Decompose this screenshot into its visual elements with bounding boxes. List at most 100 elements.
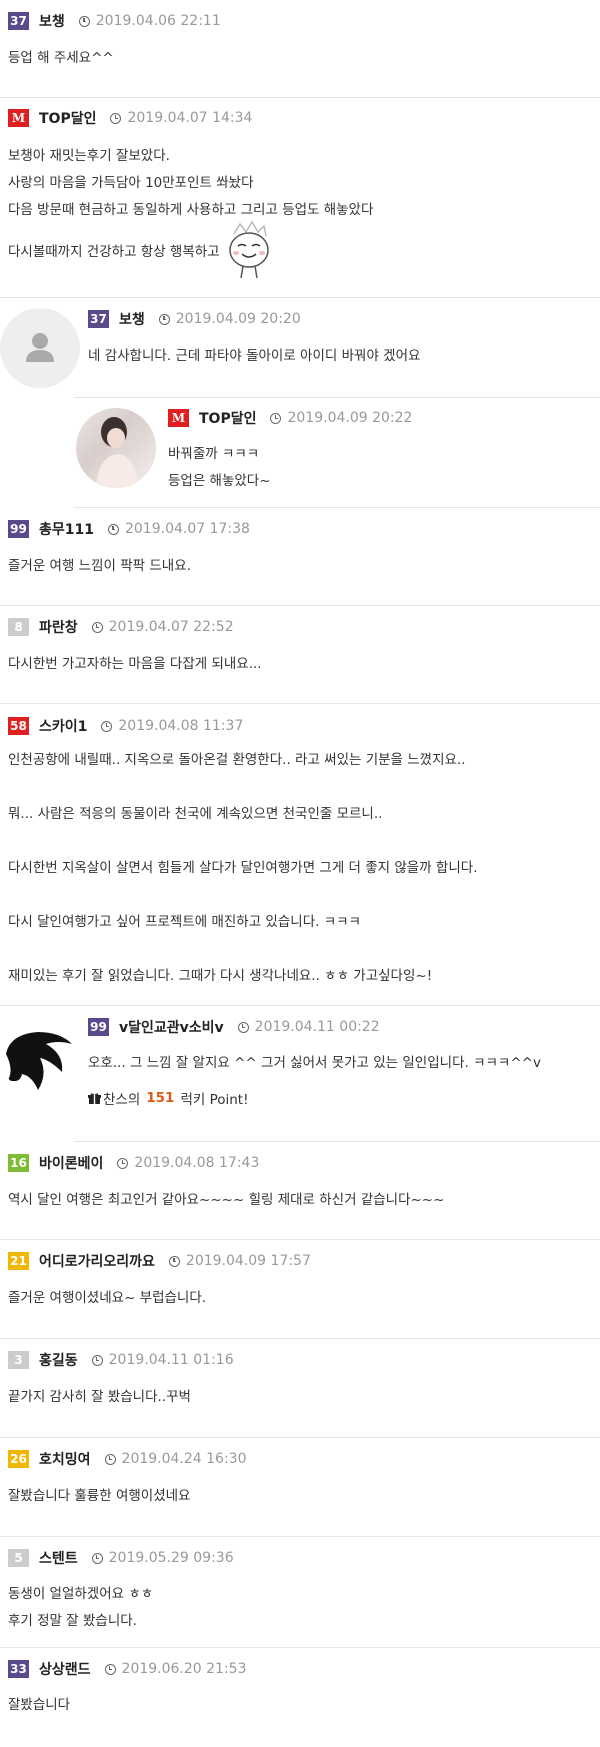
level-badge: 99 [88,1018,109,1036]
clock-icon [104,1663,116,1675]
comment-date: 2019.04.11 00:22 [237,1019,380,1035]
comment-item: 26 호치밍여 2019.04.24 16:30 잘봤습니다 훌륭한 여행이셨네… [0,1438,600,1537]
author-name[interactable]: 보챙 [119,309,145,329]
date-text: 2019.06.20 21:53 [121,1661,247,1677]
author-name[interactable]: 파란창 [39,617,78,637]
comment-date: 2019.05.29 09:36 [91,1550,234,1566]
comment-line: 다시볼때까지 건강하고 항상 행복하고 [8,244,220,260]
comment-line: 등업 해 주세요^^ [8,50,114,66]
author-name[interactable]: 호치밍여 [39,1449,91,1469]
clock-icon [237,1021,249,1033]
comment-body: 역시 달인 여행은 최고인거 같아요~~~~ 힐링 제대로 하신거 같습니다~~… [8,1187,444,1214]
comment-date: 2019.04.09 20:20 [158,311,301,327]
comment-line: 인천공항에 내릴때.. 지옥으로 돌아온걸 환영한다.. 라고 써있는 기분을 … [8,752,466,768]
date-text: 2019.04.11 00:22 [254,1019,380,1035]
comment-line: 다시한번 지옥살이 살면서 힘들게 살다가 달인여행가면 그게 더 좋지 않을까… [8,860,478,876]
comment-body: 등업 해 주세요^^ [8,45,114,72]
comment-date: 2019.06.20 21:53 [104,1661,247,1677]
clock-icon [104,1453,116,1465]
comment-header: 58 스카이1 2019.04.08 11:37 [8,715,243,737]
author-name[interactable]: 스카이1 [39,716,87,736]
comment-line: 동생이 얼얼하겠어요 ㅎㅎ [8,1586,154,1602]
date-text: 2019.04.11 01:16 [108,1352,234,1368]
comment-date: 2019.04.07 22:52 [91,619,234,635]
comment-line: 즐거운 여행 느낌이 팍팍 드내요. [8,558,191,574]
comment-date: 2019.04.09 20:22 [270,410,412,426]
comment-line: 다시한번 가고자하는 마음을 다잡게 되내요... [8,656,262,672]
comment-body: 다시한번 가고자하는 마음을 다잡게 되내요... [8,651,262,678]
comment-date: 2019.04.06 22:11 [78,13,221,29]
comment-line: 등업은 해놓았다~ [168,473,271,489]
author-name[interactable]: 홍길동 [39,1350,78,1370]
comment-item: 16 바이론베이 2019.04.08 17:43 역시 달인 여행은 최고인거… [0,1142,600,1240]
level-badge: 99 [8,520,29,538]
comment-body: 오호... 그 느낌 잘 알지요 ^^ 그거 싫어서 못가고 있는 일인입니다.… [88,1050,541,1077]
comment-header: 99 v달인교관v소비v 2019.04.11 00:22 [88,1016,380,1038]
comment-date: 2019.04.09 17:57 [168,1253,311,1269]
reply-item: 37 보챙 2019.04.09 20:20 네 감사합니다. 근데 파타야 돌… [0,298,600,398]
gift-icon [88,1092,101,1104]
lucky-prefix: 찬스의 [103,1092,141,1108]
clock-icon [168,1255,180,1267]
clock-icon [117,1157,129,1169]
profile-avatar [0,1014,80,1094]
admin-badge: M [8,109,29,127]
date-text: 2019.04.07 14:34 [127,110,253,126]
comment-line: 잘봤습니다 [8,1697,71,1713]
comment-header: 8 파란창 2019.04.07 22:52 [8,616,234,638]
author-name[interactable]: v달인교관v소비v [119,1017,224,1037]
comment-item: 8 파란창 2019.04.07 22:52 다시한번 가고자하는 마음을 다잡… [0,606,600,704]
comment-body: 보챙아 재밋는후기 잘보았다. 사랑의 마음을 가득담아 10만포인트 쏴놨다 … [8,143,373,224]
admin-badge: M [168,409,189,427]
emoticon-icon [228,220,269,279]
date-text: 2019.04.09 20:20 [175,311,301,327]
comment-date: 2019.04.24 16:30 [104,1451,247,1467]
author-name[interactable]: 어디로가리오리까요 [39,1251,155,1271]
author-name[interactable]: 보챙 [39,11,65,31]
comment-body: 인천공항에 내릴때.. 지옥으로 돌아온걸 환영한다.. 라고 써있는 기분을 … [8,747,477,990]
comment-header: 37 보챙 2019.04.06 22:11 [8,10,221,32]
date-text: 2019.05.29 09:36 [108,1550,234,1566]
author-name[interactable]: 바이론베이 [39,1153,103,1173]
comment-header: 3 홍길동 2019.04.11 01:16 [8,1349,234,1371]
date-text: 2019.04.09 20:22 [287,410,413,426]
reply-item: M TOP달인 2019.04.09 20:22 바꿔줄까 ㅋㅋㅋ 등업은 해놓… [74,398,600,508]
comment-body: 잘봤습니다 [8,1692,70,1719]
comment-body: 잘봤습니다 훌륭한 여행이셨네요 [8,1483,190,1510]
date-text: 2019.04.08 17:43 [134,1155,260,1171]
clock-icon [78,15,90,27]
clock-icon [110,112,122,124]
comment-line: 다시 달인여행가고 싶어 프로젝트에 매진하고 있습니다. ㅋㅋㅋ [8,914,361,930]
clock-icon [158,313,170,325]
comment-item: 37 보챙 2019.04.06 22:11 등업 해 주세요^^ [0,0,600,98]
clock-icon [91,621,103,633]
author-name[interactable]: TOP달인 [39,108,96,128]
author-name[interactable]: 스텐트 [39,1548,78,1568]
comment-header: 26 호치밍여 2019.04.24 16:30 [8,1448,247,1470]
comment-line: 뭐... 사람은 적응의 동물이라 천국에 계속있으면 천국인줄 모르니.. [8,806,383,822]
author-name[interactable]: 총무111 [39,519,94,539]
date-text: 2019.04.07 17:38 [124,521,250,537]
clock-icon [107,523,119,535]
date-text: 2019.04.06 22:11 [95,13,221,29]
level-badge: 58 [8,717,29,735]
author-name[interactable]: 상상랜드 [39,1659,91,1679]
comment-item: 99 총무111 2019.04.07 17:38 즐거운 여행 느낌이 팍팍 … [0,508,600,606]
comment-header: M TOP달인 2019.04.09 20:22 [168,407,412,429]
comment-body: 끝가지 감사히 잘 봤습니다..꾸벅 [8,1384,191,1411]
photo-image [96,417,138,488]
author-name[interactable]: TOP달인 [199,408,256,428]
level-badge: 5 [8,1549,29,1567]
comment-item: 21 어디로가리오리까요 2019.04.09 17:57 즐거운 여행이셨네요… [0,1240,600,1339]
comment-line: 사랑의 마음을 가득담아 10만포인트 쏴놨다 [8,175,254,191]
comment-date: 2019.04.11 01:16 [91,1352,234,1368]
comment-item: 33 상상랜드 2019.06.20 21:53 잘봤습니다 [0,1648,600,1747]
comment-item: 3 홍길동 2019.04.11 01:16 끝가지 감사히 잘 봤습니다..꾸… [0,1339,600,1438]
comment-line: 후기 정말 잘 봤습니다. [8,1613,137,1629]
date-text: 2019.04.24 16:30 [121,1451,247,1467]
comment-header: M TOP달인 2019.04.07 14:34 [8,107,252,129]
comment-body: 네 감사합니다. 근데 파타야 돌아이로 아이디 바꿔야 겠어요 [88,343,420,370]
default-avatar [0,308,80,388]
comment-line: 잘봤습니다 훌륭한 여행이셨네요 [8,1488,191,1504]
level-badge: 37 [88,310,109,328]
